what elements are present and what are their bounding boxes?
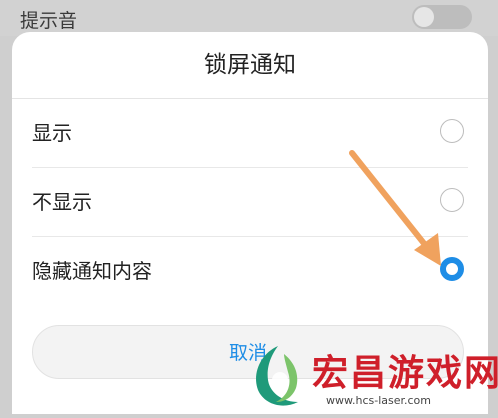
- radio-button[interactable]: [440, 188, 464, 212]
- dialog-title: 锁屏通知: [204, 52, 296, 78]
- option-label: 显示: [32, 121, 72, 145]
- watermark-url: www.hcs-laser.com: [326, 394, 431, 407]
- toggle-knob: [414, 7, 434, 27]
- background-setting-label: 提示音: [20, 10, 78, 32]
- background-setting-row: 提示音: [0, 0, 498, 36]
- option-label: 不显示: [32, 190, 92, 214]
- option-hide[interactable]: 不显示: [12, 168, 488, 236]
- watermark-logo-icon: [256, 346, 298, 406]
- watermark: 宏昌游戏网 www.hcs-laser.com: [248, 340, 498, 414]
- radio-button-selected[interactable]: [440, 257, 464, 281]
- radio-button[interactable]: [440, 119, 464, 143]
- option-hide-content[interactable]: 隐藏通知内容: [12, 237, 488, 305]
- option-label: 隐藏通知内容: [32, 259, 152, 283]
- watermark-text: 宏昌游戏网: [312, 353, 498, 394]
- background-toggle-switch: [412, 5, 472, 29]
- option-show[interactable]: 显示: [12, 99, 488, 167]
